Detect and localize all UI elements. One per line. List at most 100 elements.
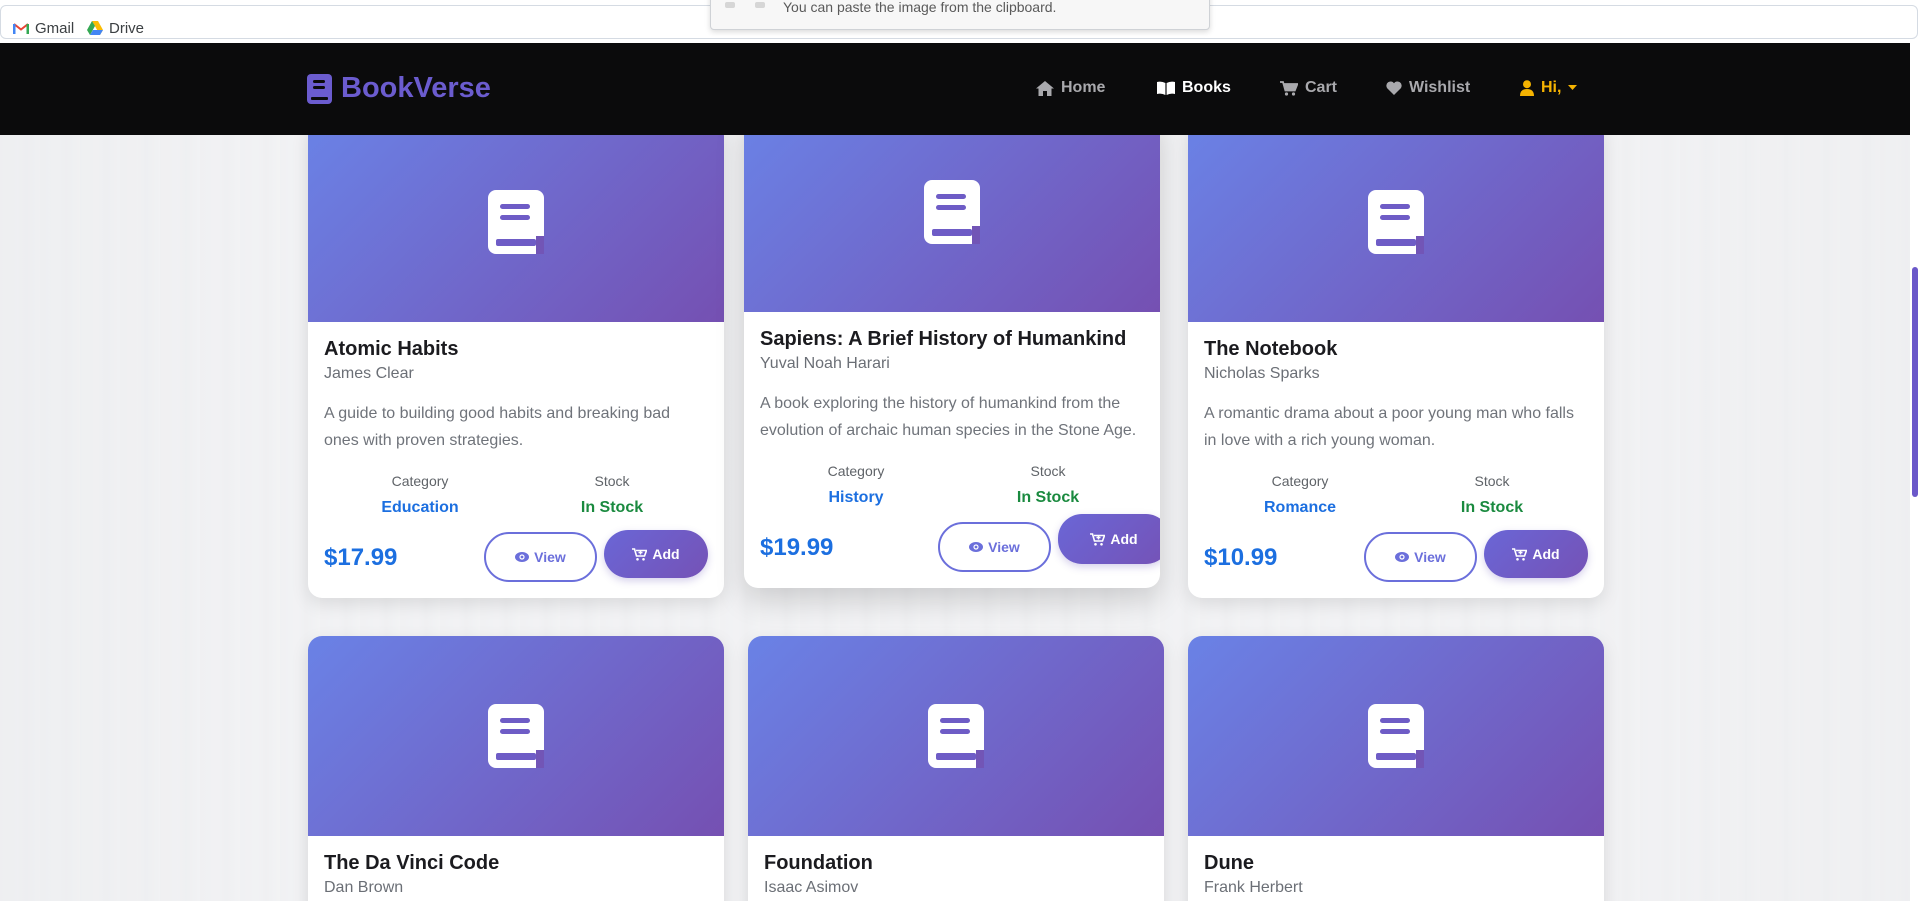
nav-label: Books [1182,79,1231,96]
book-author: Isaac Asimov [764,879,859,896]
book-icon [1368,190,1424,254]
cart-plus-icon [1512,547,1528,561]
stock-label: Stock [1474,473,1510,489]
view-button-label: View [1414,549,1446,565]
book-icon [924,180,980,244]
nav-cart[interactable]: Cart [1280,79,1337,97]
stock-label: Stock [594,473,630,489]
book-title[interactable]: The Notebook [1204,336,1588,362]
book-card: Sapiens: A Brief History of Humankind Yu… [744,112,1160,588]
book-title[interactable]: The Da Vinci Code [324,850,708,876]
book-meta: Category Education Stock In Stock [324,472,708,518]
book-price: $10.99 [1204,544,1278,571]
book-icon [488,190,544,254]
book-title[interactable]: Sapiens: A Brief History of Humankind [760,326,1144,352]
book-card: Atomic Habits James Clear A guide to bui… [308,122,724,598]
home-icon [1036,80,1054,96]
book-cover [1188,636,1604,836]
book-card: Foundation Isaac Asimov [748,636,1164,901]
drive-icon [87,21,103,35]
book-price: $17.99 [324,544,398,571]
user-greeting: Hi, [1541,79,1562,96]
book-icon [928,704,984,768]
heart-icon [1386,81,1402,95]
book-card: The Notebook Nicholas Sparks A romantic … [1188,122,1604,598]
clipboard-hint-text: You can paste the image from the clipboa… [783,0,1057,15]
book-author: Dan Brown [324,879,404,896]
add-to-cart-button[interactable]: Add [604,530,708,578]
nav-home[interactable]: Home [1036,79,1105,97]
book-card: The Da Vinci Code Dan Brown [308,636,724,901]
view-button-label: View [988,539,1020,555]
book-author: Yuval Noah Harari [760,355,890,372]
view-button-label: View [534,549,566,565]
book-price: $19.99 [760,534,834,561]
brand-name: BookVerse [341,72,491,104]
book-description: A romantic drama about a poor young man … [1204,405,1574,449]
category-value: Romance [1263,499,1337,516]
add-to-cart-button[interactable]: Add [1058,514,1160,564]
book-meta: Category History Stock In Stock [760,462,1144,508]
cart-icon [1280,80,1298,96]
view-button[interactable]: View [1364,532,1477,582]
stock-status: In Stock [1460,499,1524,516]
bookmark-gmail[interactable]: Gmail [13,18,74,38]
stock-status: In Stock [580,499,644,516]
book-card: Dune Frank Herbert [1188,636,1604,901]
open-book-icon [1157,81,1175,95]
scrollbar-thumb[interactable] [1912,267,1918,497]
nav-label: Home [1061,79,1106,96]
gmail-icon [13,22,29,34]
category-label: Category [391,473,449,489]
bookmark-drive[interactable]: Drive [87,18,144,38]
eye-icon [515,552,530,562]
caret-down-icon [1568,85,1578,90]
clipboard-hint-icon [725,2,775,12]
book-cover [1188,122,1604,322]
book-title[interactable]: Atomic Habits [324,336,708,362]
nav-label: Wishlist [1409,79,1471,96]
book-author: Frank Herbert [1204,879,1303,896]
bookmarks-bar: Gmail Drive You can paste the image from… [0,0,1920,43]
stock-label: Stock [1030,463,1066,479]
view-button[interactable]: View [484,532,597,582]
nav-label: Cart [1305,79,1338,96]
add-button-label: Add [652,546,680,562]
add-button-label: Add [1532,546,1560,562]
bookmark-label: Gmail [35,19,75,37]
add-to-cart-button[interactable]: Add [1484,530,1588,578]
brand-logo[interactable]: BookVerse [307,72,491,105]
book-title[interactable]: Foundation [764,850,1148,876]
book-author: Nicholas Sparks [1204,365,1320,382]
view-button[interactable]: View [938,522,1051,572]
book-cover [308,122,724,322]
book-description: A book exploring the history of humankin… [760,395,1137,439]
eye-icon [1395,552,1410,562]
nav-books[interactable]: Books [1157,79,1231,97]
nav-wishlist[interactable]: Wishlist [1386,79,1470,97]
bookmark-label: Drive [109,19,145,37]
book-icon [307,73,332,104]
user-menu-dropdown[interactable]: Hi, [1520,79,1578,97]
navbar: BookVerse Home Books Cart Wishlist Hi, [0,43,1910,135]
book-title[interactable]: Dune [1204,850,1588,876]
user-icon [1520,80,1534,96]
category-value: History [828,489,884,506]
cart-plus-icon [632,547,648,561]
book-cover [308,636,724,836]
add-button-label: Add [1110,531,1138,547]
cart-plus-icon [1090,532,1106,546]
book-author: James Clear [324,365,414,382]
category-label: Category [827,463,885,479]
category-value: Education [381,499,459,516]
category-label: Category [1271,473,1329,489]
book-description: A guide to building good habits and brea… [324,405,671,449]
clipboard-hint-popup: You can paste the image from the clipboa… [710,0,1210,30]
book-icon [1368,704,1424,768]
book-icon [488,704,544,768]
book-cover [748,636,1164,836]
stock-status: In Stock [1016,489,1080,506]
book-meta: Category Romance Stock In Stock [1204,472,1588,518]
eye-icon [969,542,984,552]
book-cover [744,112,1160,312]
